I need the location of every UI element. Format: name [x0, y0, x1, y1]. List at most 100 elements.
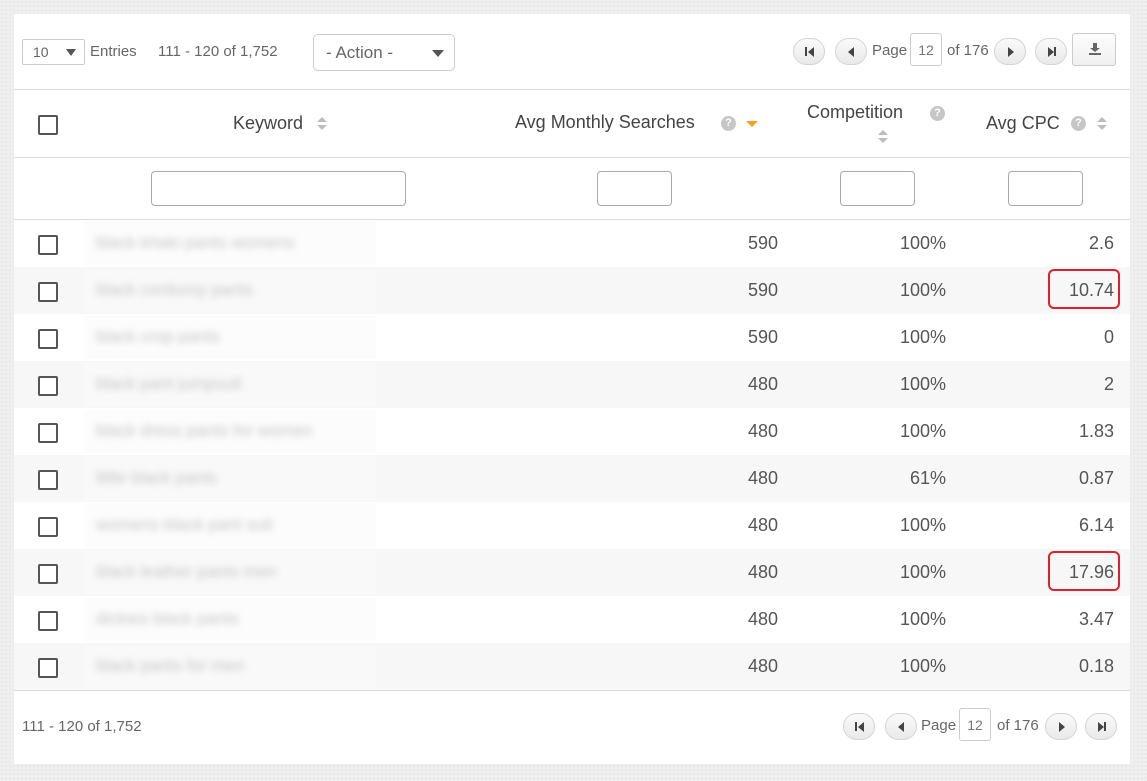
first-page-icon — [855, 722, 857, 731]
chevron-down-icon — [432, 50, 444, 57]
keyword-filter-input[interactable] — [151, 171, 406, 206]
row-checkbox[interactable] — [38, 423, 58, 443]
page-count-label: of 176 — [947, 42, 989, 59]
help-icon[interactable]: ? — [721, 116, 736, 131]
column-header-competition[interactable]: Competition — [807, 102, 903, 123]
top-toolbar: 10 Entries 111 - 120 of 1,752 - Action -… — [14, 14, 1130, 90]
searches-cell: 480 — [747, 515, 778, 535]
row-checkbox[interactable] — [38, 611, 58, 631]
entries-label: Entries — [90, 43, 137, 60]
help-icon[interactable]: ? — [930, 106, 945, 121]
first-page-icon — [805, 47, 807, 56]
page-number-input[interactable]: 12 — [959, 708, 991, 741]
cpc-cell: 0.87 — [1078, 468, 1114, 488]
table-row[interactable]: black corduroy pants 590 100% 10.74 — [14, 267, 1130, 314]
cpc-cell: 2.6 — [1088, 233, 1114, 253]
table-row[interactable]: black pant jumpsuit 480 100% 2 — [14, 361, 1130, 408]
page-number-input[interactable]: 12 — [910, 33, 942, 66]
table-row[interactable]: black pants for men 480 100% 0.18 — [14, 643, 1130, 690]
range-label-top: 111 - 120 of 1,752 — [158, 43, 278, 60]
highlight-box — [1048, 269, 1120, 309]
download-button[interactable] — [1072, 33, 1116, 66]
searches-filter-input[interactable] — [597, 171, 672, 206]
keyword-cell: black crop pants — [96, 327, 220, 346]
divider — [14, 89, 1130, 90]
sort-icon[interactable] — [317, 117, 327, 131]
last-page-button[interactable] — [1085, 713, 1117, 740]
row-checkbox[interactable] — [38, 517, 58, 537]
chevron-left-icon — [898, 722, 904, 732]
row-checkbox[interactable] — [38, 376, 58, 396]
table-row[interactable]: black leather pants men 480 100% 17.96 — [14, 549, 1130, 596]
keyword-cell: dickies black pants — [96, 609, 239, 628]
row-checkbox[interactable] — [38, 235, 58, 255]
select-all-checkbox[interactable] — [38, 115, 58, 135]
highlight-box — [1048, 551, 1120, 591]
keyword-cell: black corduroy pants — [96, 280, 253, 299]
cpc-cell: 0 — [1103, 327, 1114, 347]
keyword-cell: little black pants — [96, 468, 217, 487]
cpc-cell: 3.47 — [1078, 609, 1114, 629]
competition-filter-input[interactable] — [840, 171, 915, 206]
searches-cell: 480 — [747, 468, 778, 488]
keyword-cell: black dress pants for women — [96, 421, 313, 440]
table-row[interactable]: black crop pants 590 100% 0 — [14, 314, 1130, 361]
searches-cell: 590 — [747, 233, 778, 253]
searches-cell: 590 — [747, 280, 778, 300]
keyword-cell: black pant jumpsuit — [96, 374, 242, 393]
cpc-filter-input[interactable] — [1008, 171, 1083, 206]
chevron-left-icon — [848, 47, 854, 57]
table-row[interactable]: womens black pant suit 480 100% 6.14 — [14, 502, 1130, 549]
searches-cell: 480 — [747, 656, 778, 676]
divider — [14, 690, 1130, 691]
row-checkbox[interactable] — [38, 564, 58, 584]
last-page-icon — [1104, 722, 1106, 731]
column-header-cpc[interactable]: Avg CPC — [986, 113, 1060, 134]
keyword-cell: womens black pant suit — [96, 515, 273, 534]
table-row[interactable]: black dress pants for women 480 100% 1.8… — [14, 408, 1130, 455]
entries-value: 10 — [33, 44, 49, 60]
last-page-button[interactable] — [1035, 38, 1067, 65]
table-row[interactable]: little black pants 480 61% 0.87 — [14, 455, 1130, 502]
help-icon[interactable]: ? — [1071, 116, 1086, 131]
entries-per-page-select[interactable]: 10 — [22, 39, 85, 65]
row-checkbox[interactable] — [38, 470, 58, 490]
chevron-down-icon — [66, 49, 76, 56]
competition-cell: 100% — [899, 609, 946, 629]
competition-cell: 61% — [909, 468, 946, 488]
searches-cell: 480 — [747, 421, 778, 441]
searches-cell: 480 — [747, 374, 778, 394]
competition-cell: 100% — [899, 233, 946, 253]
next-page-button[interactable] — [994, 38, 1026, 65]
action-label: - Action - — [326, 43, 394, 62]
table-row[interactable]: black khaki pants womens 590 100% 2.6 — [14, 220, 1130, 267]
range-label-bottom: 111 - 120 of 1,752 — [22, 718, 142, 735]
first-page-button[interactable] — [793, 38, 825, 65]
next-page-button[interactable] — [1045, 713, 1077, 740]
table-row[interactable]: dickies black pants 480 100% 3.47 — [14, 596, 1130, 643]
row-checkbox[interactable] — [38, 658, 58, 678]
page-label: Page — [921, 717, 957, 734]
cpc-cell: 6.14 — [1078, 515, 1114, 535]
competition-cell: 100% — [899, 280, 946, 300]
divider — [14, 157, 1130, 158]
column-header-keyword[interactable]: Keyword — [233, 113, 303, 134]
bulk-action-select[interactable]: - Action - — [313, 34, 455, 71]
first-page-button[interactable] — [843, 713, 875, 740]
cpc-cell: 0.18 — [1078, 656, 1114, 676]
sort-icon[interactable] — [1097, 117, 1107, 131]
page-count-label: of 176 — [997, 717, 1039, 734]
row-checkbox[interactable] — [38, 329, 58, 349]
chevron-right-icon — [1059, 722, 1065, 732]
last-page-icon — [1054, 47, 1056, 56]
column-header-searches[interactable]: Avg Monthly Searches — [515, 112, 695, 133]
competition-cell: 100% — [899, 421, 946, 441]
sort-icon[interactable] — [878, 130, 888, 144]
keyword-cell: black leather pants men — [96, 562, 277, 581]
prev-page-button[interactable] — [835, 38, 867, 65]
sort-descending-icon[interactable] — [746, 121, 758, 127]
row-checkbox[interactable] — [38, 282, 58, 302]
competition-cell: 100% — [899, 515, 946, 535]
prev-page-button[interactable] — [885, 713, 917, 740]
cpc-cell: 2 — [1103, 374, 1114, 394]
